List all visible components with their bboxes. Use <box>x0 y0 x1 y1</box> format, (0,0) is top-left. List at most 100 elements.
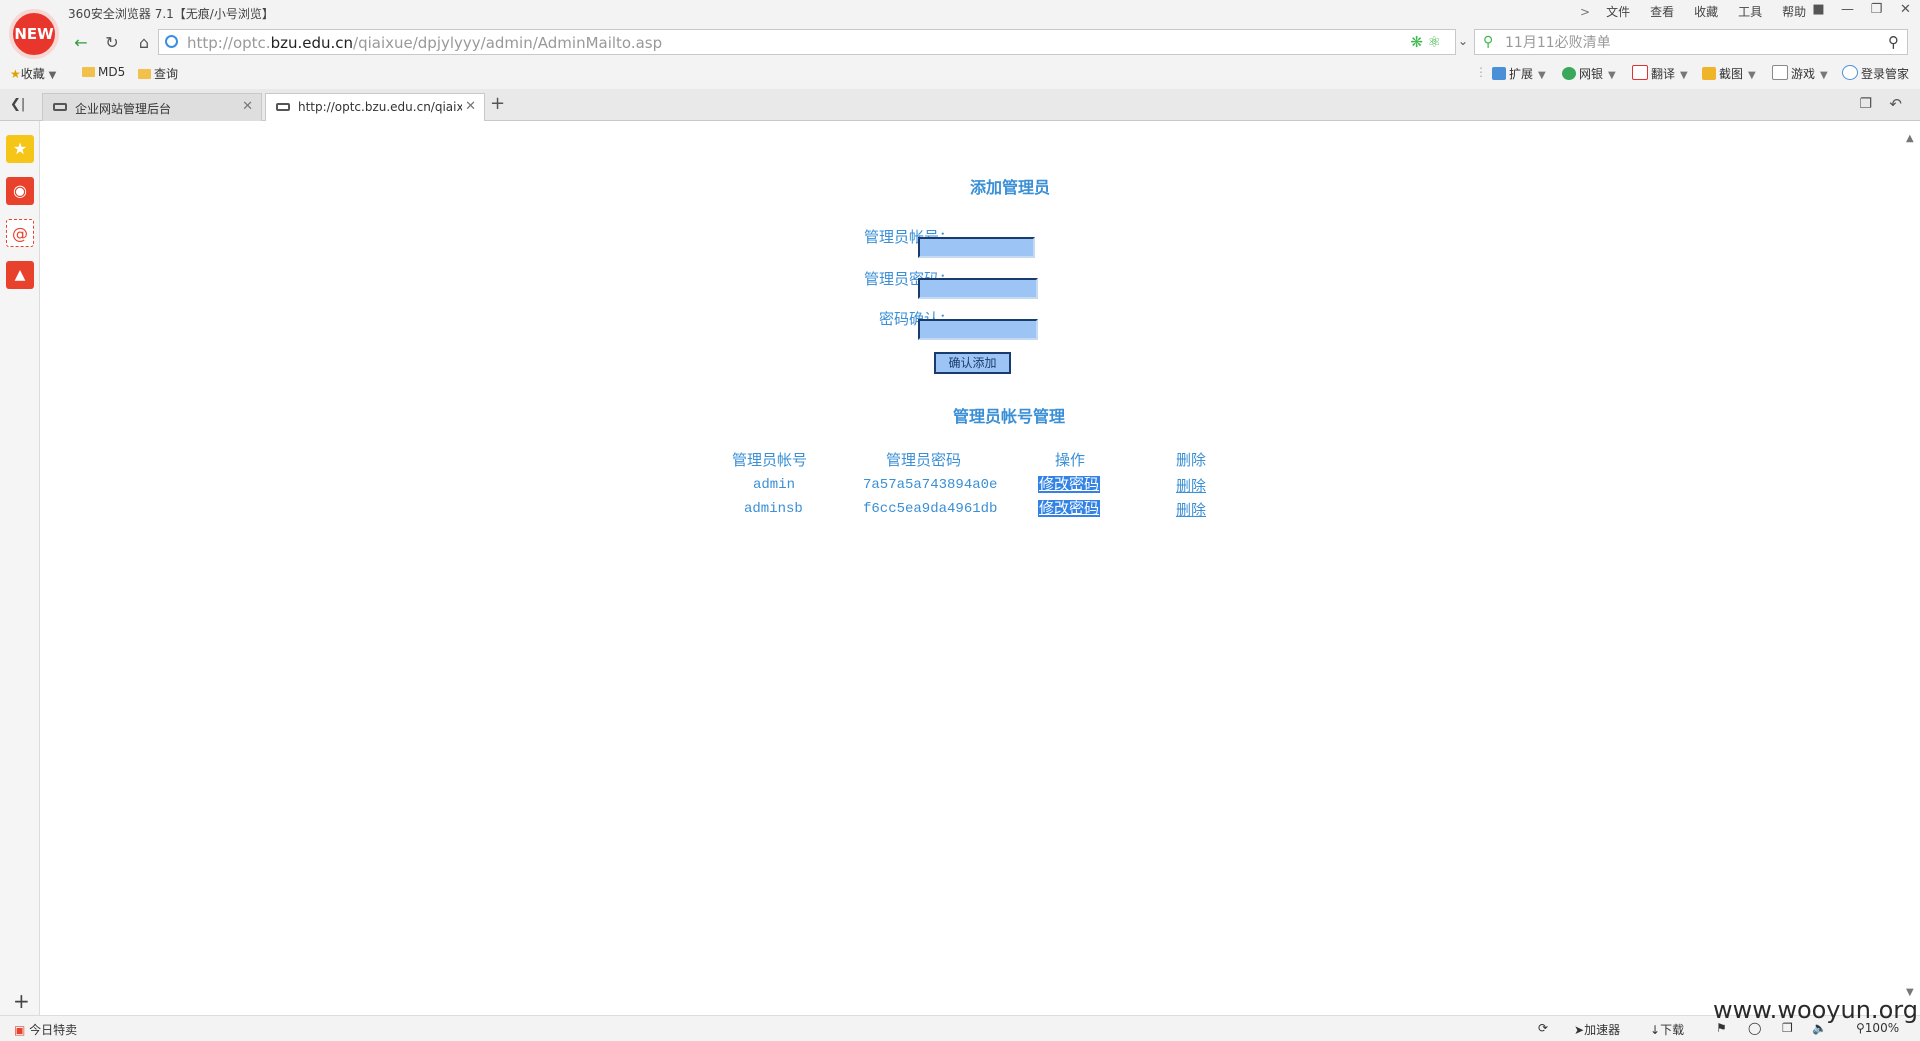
tool-login-manager[interactable]: 登录管家 <box>1842 65 1909 82</box>
tab-label: http://optc.bzu.edu.cn/qiaixue <box>298 100 462 114</box>
column-header-account: 管理员帐号 <box>732 451 808 469</box>
folder-icon <box>138 69 151 79</box>
confirm-add-button[interactable]: 确认添加 <box>934 352 1011 374</box>
dropdown-icon: ▼ <box>1680 70 1688 81</box>
chevron-down-icon[interactable]: ⌄ <box>1458 34 1468 48</box>
scissors-icon <box>1702 67 1716 80</box>
shield-icon <box>1562 67 1576 80</box>
account-input[interactable] <box>918 237 1035 258</box>
translate-icon <box>1632 65 1648 80</box>
tool-label: 网银 <box>1579 67 1604 81</box>
row2-delete-link[interactable]: 删除 <box>1176 499 1206 520</box>
security-icon[interactable]: ⟳ <box>1538 1021 1548 1035</box>
favorites-star-icon[interactable]: ★ <box>6 135 34 163</box>
key-icon <box>1842 65 1858 80</box>
watermark-text: www.wooyun.org <box>1713 996 1918 1024</box>
back-arrow-icon[interactable]: ← <box>68 32 94 54</box>
window-controls: ■ — ❐ ✕ <box>1804 0 1920 20</box>
dropdown-icon: ▼ <box>1608 70 1616 81</box>
extension-grid-icon <box>1492 67 1506 80</box>
menu-chevron-icon[interactable]: > <box>1574 2 1596 22</box>
tool-translate[interactable]: 翻译 ▼ <box>1632 65 1688 82</box>
new-tab-button[interactable]: + <box>490 93 505 114</box>
compat-mode-icon[interactable]: ⚛ <box>1428 33 1441 51</box>
url-prefix: http://optc. <box>187 34 271 52</box>
tab-current-page[interactable]: http://optc.bzu.edu.cn/qiaixue ✕ <box>265 93 485 122</box>
tab-bar: ❮| 企业网站管理后台 ✕ http://optc.bzu.edu.cn/qia… <box>0 89 1920 122</box>
dropdown-icon: ▼ <box>1748 70 1756 81</box>
password-input[interactable] <box>918 278 1038 299</box>
folder-icon <box>82 67 95 77</box>
confirm-password-input[interactable] <box>918 319 1038 340</box>
tool-extend[interactable]: 扩展 ▼ <box>1492 65 1546 82</box>
search-box: ⚲ ⚲ <box>1474 29 1908 55</box>
page-content: 添加管理员 管理员帐号： 管理员密码： 密码确认： 确认添加 管理员帐号管理 管… <box>40 121 1904 1015</box>
bookmark-folder-query[interactable]: 查询 <box>138 65 178 82</box>
sidebar-toggle-icon[interactable]: ❮| <box>10 97 25 112</box>
maximize-button[interactable]: ❐ <box>1862 0 1891 20</box>
discount-icon[interactable]: ▲ <box>6 261 34 289</box>
address-url[interactable]: http://optc.bzu.edu.cn/qiaixue/dpjylyyy/… <box>187 34 662 52</box>
tab-admin-backend[interactable]: 企业网站管理后台 ✕ <box>42 93 262 121</box>
close-icon[interactable]: ✕ <box>242 99 253 114</box>
row2-change-password-link[interactable]: 修改密码 <box>1038 500 1101 517</box>
undo-close-icon[interactable]: ↶ <box>1889 95 1902 113</box>
row1-password: 7a57a5a743894a0e <box>863 477 998 493</box>
column-header-delete: 删除 <box>1176 451 1207 469</box>
incognito-mask-icon <box>53 103 67 111</box>
game-icon <box>1772 65 1788 80</box>
menu-bar: > 文件 查看 收藏 工具 帮助 <box>1574 2 1816 22</box>
menu-favorites[interactable]: 收藏 <box>1684 2 1728 22</box>
bookmark-folder-md5[interactable]: MD5 <box>82 65 125 79</box>
bookmark-label: 查询 <box>154 67 179 81</box>
tool-label: 扩展 <box>1509 67 1534 81</box>
download-button[interactable]: ↓下载 <box>1650 1021 1684 1038</box>
tab-list-icon[interactable]: ❐ <box>1859 96 1872 112</box>
row2-password: f6cc5ea9da4961db <box>863 501 998 517</box>
url-domain: bzu.edu.cn <box>270 34 354 52</box>
tool-label: 翻译 <box>1651 67 1676 81</box>
tool-games[interactable]: 游戏 ▼ <box>1772 65 1828 82</box>
navigation-bar: ← ↻ ⌂ http://optc.bzu.edu.cn/qiaixue/dpj… <box>0 26 1920 59</box>
gift-icon: ▣ <box>14 1023 26 1037</box>
page-info-icon[interactable] <box>165 35 178 48</box>
bookmark-label: MD5 <box>98 65 126 79</box>
scroll-up-icon[interactable]: ▲ <box>1906 133 1914 144</box>
tool-screenshot[interactable]: 截图 ▼ <box>1702 65 1756 82</box>
mail-icon[interactable]: @ <box>6 219 34 247</box>
home-icon[interactable]: ⌂ <box>131 32 157 54</box>
minimize-button[interactable]: — <box>1833 0 1862 20</box>
today-deals-label: 今日特卖 <box>29 1023 78 1037</box>
column-header-action: 操作 <box>1055 451 1086 469</box>
search-engine-icon[interactable]: ⚲ <box>1483 34 1493 50</box>
weibo-icon[interactable]: ◉ <box>6 177 34 205</box>
browser-logo[interactable]: NEW <box>9 9 59 59</box>
download-icon: ↓ <box>1650 1023 1661 1037</box>
address-bar[interactable]: http://optc.bzu.edu.cn/qiaixue/dpjylyyy/… <box>158 29 1456 55</box>
menu-view[interactable]: 查看 <box>1640 2 1684 22</box>
favorites-button[interactable]: ★收藏 ▼ <box>10 65 56 82</box>
side-toolbar: ★ ◉ @ ▲ + <box>0 121 40 1015</box>
column-header-password: 管理员密码 <box>886 451 962 469</box>
skin-icon[interactable]: ■ <box>1804 0 1833 20</box>
close-button[interactable]: ✕ <box>1891 0 1920 20</box>
menu-file[interactable]: 文件 <box>1596 2 1640 22</box>
search-input[interactable] <box>1503 33 1867 53</box>
menu-tools[interactable]: 工具 <box>1728 2 1772 22</box>
row1-change-password-link[interactable]: 修改密码 <box>1038 476 1101 493</box>
favorites-dropdown-icon: ▼ <box>48 70 57 81</box>
vertical-scrollbar[interactable]: ▲ ▼ <box>1904 121 1920 1015</box>
speed-mode-icon[interactable]: ❋ <box>1410 33 1423 51</box>
accelerator-button[interactable]: ➤加速器 <box>1574 1021 1620 1038</box>
search-icon[interactable]: ⚲ <box>1888 33 1899 51</box>
tool-bank[interactable]: 网银 ▼ <box>1562 65 1616 82</box>
reload-icon[interactable]: ↻ <box>99 32 125 54</box>
row1-delete-link[interactable]: 删除 <box>1176 475 1206 496</box>
status-bar: ▣ 今日特卖 ⟳ ➤加速器 ↓下载 ⚑ ◯ ❐ 🔈 ⚲100% <box>0 1015 1920 1041</box>
today-deals-button[interactable]: ▣ 今日特卖 <box>14 1021 77 1038</box>
close-icon[interactable]: ✕ <box>465 99 476 114</box>
title-bar: 360安全浏览器 7.1【无痕/小号浏览】 > 文件 查看 收藏 工具 帮助 ■… <box>0 0 1920 26</box>
add-sidebar-item-icon[interactable]: + <box>13 989 30 1013</box>
toolbar-grip-icon: ⋮ <box>1475 65 1487 79</box>
accelerator-label: 加速器 <box>1584 1023 1621 1037</box>
